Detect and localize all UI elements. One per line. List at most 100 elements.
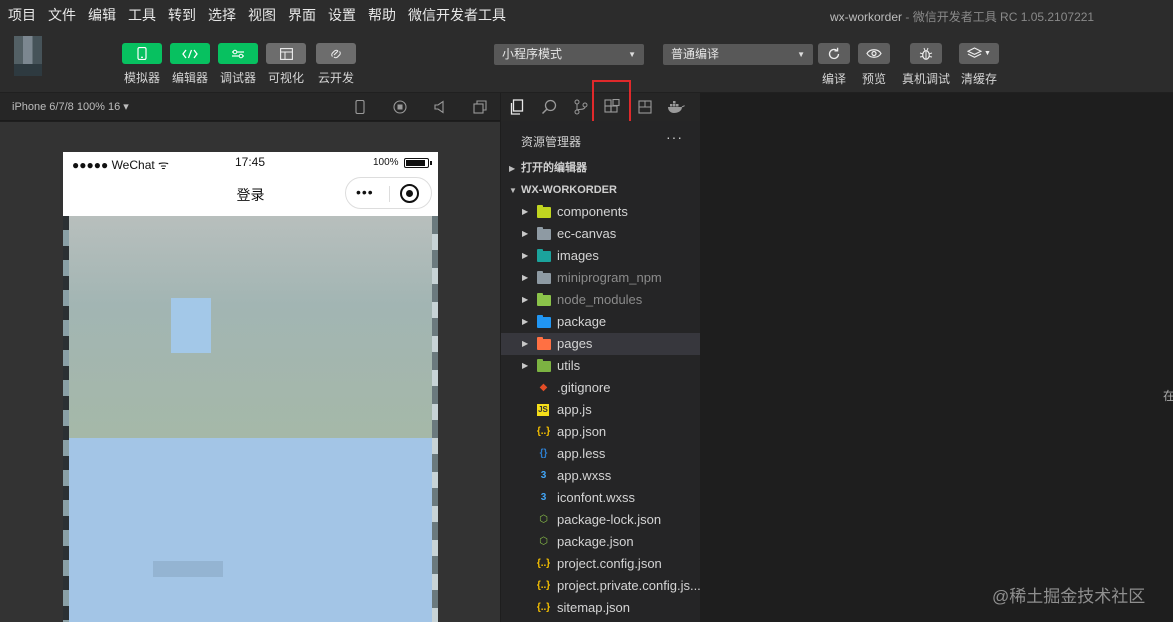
phone-outline-icon[interactable] [352, 99, 368, 115]
tree-file[interactable]: 3 iconfont.wxss [501, 487, 700, 509]
tree-folder[interactable]: ▶ images [501, 245, 700, 267]
chevron-right-icon: ▶ [522, 207, 529, 216]
tree-folder[interactable]: ▶ utils [501, 355, 700, 377]
simulator-tool[interactable]: 模拟器 [122, 43, 162, 86]
speaker-icon[interactable] [432, 99, 448, 115]
clear-cache-button[interactable]: ▼ [959, 43, 999, 64]
eye-icon [866, 49, 882, 58]
device-select[interactable]: iPhone 6/7/8 100% 16 ▾ [12, 100, 129, 113]
capsule-menu[interactable]: ••• [345, 177, 432, 209]
chevron-right-icon: ▶ [522, 339, 529, 348]
search-icon[interactable] [539, 97, 559, 117]
folder-icon [536, 270, 551, 285]
cloud-link-icon[interactable] [316, 43, 356, 64]
simulator-label: 模拟器 [123, 71, 160, 85]
debugger-tool[interactable]: 调试器 [218, 43, 258, 86]
tree-file[interactable]: JS app.js [501, 399, 700, 421]
file-type-icon: JS [537, 404, 549, 416]
compile-select[interactable]: 普通编译 ▼ [663, 44, 813, 65]
blurred-image-bottom [63, 438, 438, 622]
file-type-icon: {..} [536, 580, 551, 591]
more-dots-icon[interactable]: ••• [356, 184, 374, 200]
window-title: wx-workorder - 微信开发者工具 RC 1.05.2107221 [830, 8, 1094, 25]
sliders-icon[interactable] [218, 43, 258, 64]
compile-button[interactable] [818, 43, 850, 64]
project-section[interactable]: ▼ WX-WORKORDER [501, 179, 700, 201]
chevron-right-icon: ▶ [522, 361, 529, 370]
tree-item-label: app.wxss [557, 468, 612, 483]
app-version: 微信开发者工具 RC 1.05.2107221 [912, 10, 1095, 24]
folder-icon [536, 314, 551, 329]
files-icon[interactable] [507, 97, 527, 117]
menu-wechat-devtools[interactable]: 微信开发者工具 [406, 5, 508, 25]
phone-screen[interactable]: ●●●●● WeChat ᯤ 17:45 100% 登录 ••• [63, 152, 438, 622]
editor-area [700, 93, 1173, 622]
menu-interface[interactable]: 界面 [286, 5, 318, 25]
chevron-down-icon: ▼ [628, 50, 636, 59]
simulator-viewport: ●●●●● WeChat ᯤ 17:45 100% 登录 ••• [0, 122, 500, 622]
preview-button[interactable] [858, 43, 890, 64]
tree-item-label: app.json [557, 424, 607, 439]
tree-file[interactable]: ⬡ package.json [501, 531, 700, 553]
menu-settings[interactable]: 设置 [326, 5, 358, 25]
tree-folder[interactable]: ▶ miniprogram_npm [501, 267, 700, 289]
menu-tools[interactable]: 工具 [126, 5, 158, 25]
tree-file[interactable]: {..} app.json [501, 421, 700, 443]
tree-folder[interactable]: ▶ ec-canvas [501, 223, 700, 245]
blurred-edge-right [432, 216, 438, 622]
chevron-down-icon: ▼ [509, 186, 517, 195]
tree-file[interactable]: 3 app.wxss [501, 465, 700, 487]
file-type-icon: ◆ [539, 382, 548, 393]
tree-file[interactable]: {..} sitemap.json [501, 597, 700, 619]
layout-icon[interactable] [266, 43, 306, 64]
folder-icon [536, 292, 551, 307]
tree-file[interactable]: ⬡ package-lock.json [501, 509, 700, 531]
editor-tool[interactable]: 编辑器 [170, 43, 210, 86]
cloud-tool[interactable]: 云开发 [316, 43, 356, 86]
folder-icon [536, 204, 551, 219]
preview-label: 预览 [862, 72, 887, 86]
tree-item-label: package-lock.json [557, 512, 662, 527]
tree-file[interactable]: {..} project.config.json [501, 553, 700, 575]
remote-debug-button[interactable] [910, 43, 942, 64]
tree-item-label: app.less [557, 446, 606, 461]
menu-file[interactable]: 文件 [46, 5, 78, 25]
mode-select[interactable]: 小程序模式 ▼ [494, 44, 644, 65]
chevron-right-icon: ▶ [522, 273, 529, 282]
remote-debug-label: 真机调试 [902, 72, 951, 86]
tree-file[interactable]: {..} project.private.config.js... [501, 575, 701, 597]
editor-label: 编辑器 [171, 71, 208, 85]
code-icon[interactable] [170, 43, 210, 64]
menu-goto[interactable]: 转到 [166, 5, 198, 25]
carrier-text: ●●●●● WeChat ᯤ [72, 158, 170, 172]
detach-window-icon[interactable] [472, 99, 488, 115]
source-control-icon[interactable] [571, 97, 591, 117]
tree-folder[interactable]: ▶ components [501, 201, 700, 223]
tree-folder[interactable]: ▶ pages [501, 333, 700, 355]
menu-project[interactable]: 项目 [6, 5, 38, 25]
phone-icon[interactable] [122, 43, 162, 64]
chevron-right-icon: ▶ [509, 164, 516, 173]
project-name: wx-workorder [830, 10, 903, 24]
close-target-icon[interactable] [400, 184, 419, 203]
file-type-icon: {} [539, 448, 548, 459]
tree-folder[interactable]: ▶ node_modules [501, 289, 700, 311]
avatar[interactable] [14, 36, 42, 76]
menu-select[interactable]: 选择 [206, 5, 238, 25]
visual-tool[interactable]: 可视化 [266, 43, 306, 86]
tree-item-label: package [557, 314, 607, 329]
more-actions-icon[interactable]: ··· [666, 129, 683, 145]
tree-file[interactable]: ◆ .gitignore [501, 377, 700, 399]
stop-circle-icon[interactable] [392, 99, 408, 115]
tree-folder[interactable]: ▶ package [501, 311, 700, 333]
tree-item-label: images [557, 248, 599, 263]
cropped-edge-text: 在 [1163, 389, 1173, 403]
menu-help[interactable]: 帮助 [366, 5, 398, 25]
tree-file[interactable]: {} app.less [501, 443, 700, 465]
docker-icon[interactable] [666, 97, 686, 117]
panel-layout-icon[interactable] [635, 97, 655, 117]
menu-edit[interactable]: 编辑 [86, 5, 118, 25]
status-bar: ●●●●● WeChat ᯤ 17:45 100% [63, 152, 438, 172]
menu-view[interactable]: 视图 [246, 5, 278, 25]
open-editors-section[interactable]: ▶ 打开的编辑器 [501, 157, 700, 179]
